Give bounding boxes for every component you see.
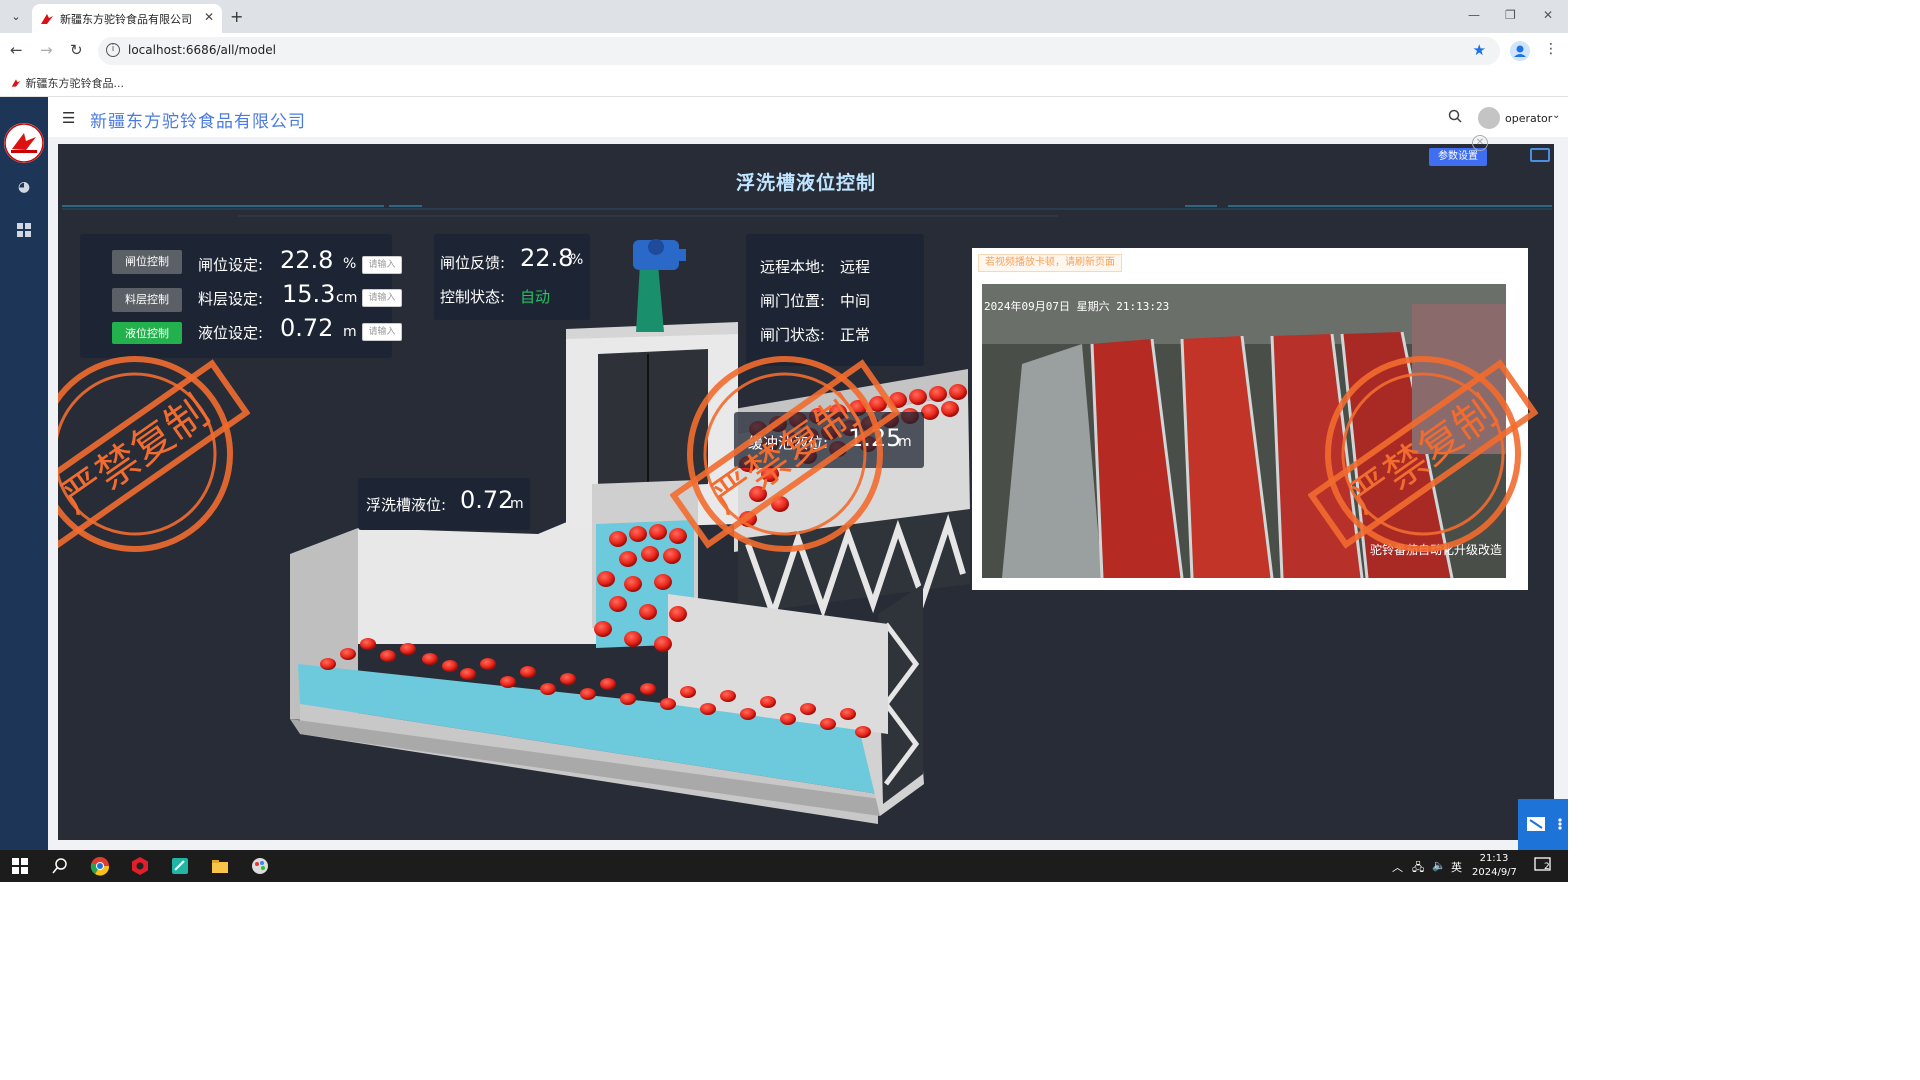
- volume-icon[interactable]: 🔈: [1432, 859, 1446, 872]
- profile-icon[interactable]: [1510, 41, 1530, 61]
- tab-close-icon[interactable]: ✕: [204, 10, 214, 24]
- gate-feedback-value: 22.8: [520, 244, 574, 272]
- browser-tab-bar: ⌄ 新疆东方驼铃食品有限公司 ✕ + — ❐ ✕: [0, 0, 1568, 33]
- level-setpoint-value: 0.72: [280, 314, 334, 342]
- floating-assistant-button[interactable]: [1518, 799, 1568, 850]
- taskbar-clock[interactable]: 21:13 2024/9/7: [1472, 852, 1517, 880]
- bookmark-label: 新疆东方驼铃食品...: [25, 77, 125, 90]
- url-text[interactable]: localhost:6686/all/model: [128, 43, 276, 57]
- gate-setpoint-label: 闸位设定:: [198, 256, 264, 274]
- watermark-stamp: 严禁复制: [1308, 356, 1538, 552]
- company-logo: [4, 123, 44, 163]
- tank-level-readout: 浮洗槽液位: 0.72 m: [358, 478, 530, 530]
- avatar[interactable]: [1478, 107, 1500, 129]
- chrome-icon[interactable]: [90, 856, 110, 876]
- apps-grid-icon[interactable]: [14, 222, 34, 242]
- forward-icon[interactable]: →: [40, 41, 53, 59]
- feedback-panel: 闸位反馈: 22.8 % 控制状态: 自动: [434, 234, 590, 320]
- site-info-icon[interactable]: i: [106, 43, 120, 57]
- gate-position-label: 闸门位置:: [760, 292, 826, 310]
- bookmark-star-icon[interactable]: ★: [1473, 41, 1486, 59]
- browser-menu-icon[interactable]: ⋮: [1544, 41, 1558, 57]
- layer-setpoint-unit: cm: [336, 290, 358, 306]
- taskbar-search-icon[interactable]: [50, 856, 70, 876]
- tray-chevron-up-icon[interactable]: ︿: [1392, 859, 1403, 875]
- level-setpoint-unit: m: [343, 324, 357, 340]
- control-state-value: 自动: [520, 288, 551, 306]
- scada-canvas: 参数设置 浮洗槽液位控制 闸位控制 料层控制 液位控制 闸位设定: 22.8 %…: [58, 144, 1554, 840]
- level-setpoint-input[interactable]: 请输入: [362, 323, 402, 341]
- gate-actuator-icon: [633, 239, 686, 332]
- tank-level-unit: m: [510, 496, 524, 512]
- watermark-stamp: 严禁复制: [58, 356, 250, 552]
- video-hint: 若视频播放卡顿，请刷新页面: [978, 254, 1122, 272]
- ime-indicator[interactable]: 英: [1451, 859, 1462, 875]
- windows-start-icon[interactable]: [10, 856, 30, 876]
- search-icon[interactable]: [1448, 109, 1462, 127]
- address-bar[interactable]: i localhost:6686/all/model ★: [98, 37, 1500, 65]
- remote-local-value: 远程: [840, 258, 871, 276]
- app-paint-icon[interactable]: [250, 856, 270, 876]
- restore-icon[interactable]: ❐: [1505, 8, 1516, 22]
- new-tab-icon[interactable]: +: [230, 7, 243, 26]
- control-state-label: 控制状态:: [440, 288, 506, 306]
- buffer-level-unit: m: [898, 434, 912, 450]
- clock-date: 2024/9/7: [1472, 867, 1517, 878]
- layer-setpoint-input[interactable]: 请输入: [362, 289, 402, 307]
- gate-feedback-label: 闸位反馈:: [440, 254, 506, 272]
- remote-local-label: 远程本地:: [760, 258, 826, 276]
- back-icon[interactable]: ←: [10, 41, 23, 59]
- clock-time: 21:13: [1479, 853, 1509, 864]
- watermark-stamp: 严禁复制: [670, 356, 900, 552]
- notification-count: 2: [1544, 862, 1550, 872]
- app-sidebar: ◕: [0, 97, 48, 850]
- company-name: 新疆东方驼铃食品有限公司: [90, 112, 306, 132]
- bookmark-item[interactable]: 新疆东方驼铃食品...: [10, 75, 124, 91]
- gate-control-button[interactable]: 闸位控制: [112, 250, 182, 274]
- app-green-icon[interactable]: [170, 856, 190, 876]
- tank-level-value: 0.72: [460, 486, 514, 514]
- layer-setpoint-label: 料层设定:: [198, 290, 264, 308]
- material-layer-control-button[interactable]: 料层控制: [112, 288, 182, 312]
- layer-setpoint-value: 15.3: [282, 280, 336, 308]
- tab-title: 新疆东方驼铃食品有限公司: [60, 13, 192, 26]
- gate-setpoint-input[interactable]: 请输入: [362, 256, 402, 274]
- network-icon[interactable]: 🖧: [1412, 859, 1424, 878]
- file-explorer-icon[interactable]: [210, 856, 230, 876]
- gate-position-value: 中间: [840, 292, 871, 310]
- gate-feedback-unit: %: [570, 252, 584, 268]
- tab-search-icon[interactable]: ⌄: [6, 7, 26, 27]
- user-chevron-down-icon[interactable]: ⌄: [1552, 110, 1560, 121]
- gate-setpoint-unit: %: [343, 256, 357, 272]
- windows-taskbar: ︿ 🖧 🔈 英 21:13 2024/9/7 2: [0, 850, 1568, 882]
- tank-level-label: 浮洗槽液位:: [366, 496, 447, 514]
- video-timestamp: 2024年09月07日 星期六 21:13:23: [984, 300, 1170, 313]
- window-close-icon[interactable]: ✕: [1543, 8, 1553, 22]
- bookmarks-bar: 新疆东方驼铃食品...: [0, 69, 1568, 97]
- reload-icon[interactable]: ↻: [70, 41, 83, 59]
- minimize-icon[interactable]: —: [1468, 8, 1480, 22]
- notification-center-icon[interactable]: 2: [1534, 856, 1554, 874]
- video-close-icon[interactable]: ✕: [1472, 135, 1488, 151]
- browser-toolbar: ← → ↻ i localhost:6686/all/model ★ ⋮: [0, 33, 1568, 69]
- site-favicon-icon: [41, 14, 53, 24]
- dashboard-icon[interactable]: ◕: [14, 177, 34, 197]
- browser-tab[interactable]: 新疆东方驼铃食品有限公司 ✕: [32, 4, 222, 33]
- bookmark-favicon-icon: [11, 79, 21, 87]
- username[interactable]: operator: [1505, 112, 1552, 125]
- app-red-hex-icon[interactable]: [130, 856, 150, 876]
- app-header: ☰ 新疆东方驼铃食品有限公司 operator ⌄: [48, 97, 1568, 137]
- menu-toggle-icon[interactable]: ☰: [62, 109, 75, 127]
- gate-setpoint-value: 22.8: [280, 246, 334, 274]
